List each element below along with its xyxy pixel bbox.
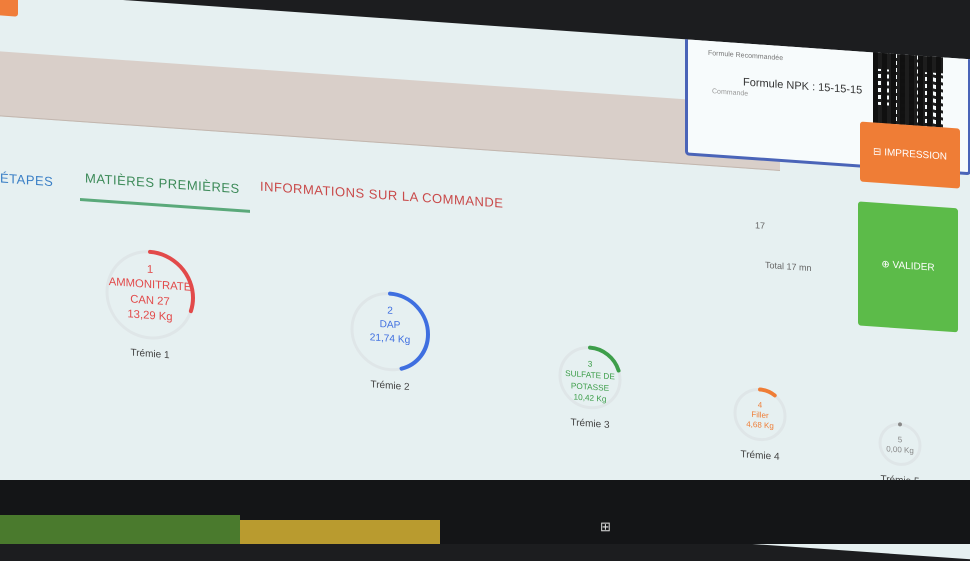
desk-surface xyxy=(0,515,240,544)
card-secondary-caption: Commande xyxy=(712,88,749,98)
tremie-item: 1 AMMONITRATE CAN 27 13,29 Kg Trémie 1 xyxy=(100,243,200,363)
card-caption: Formule Recommandée xyxy=(708,49,784,63)
active-tab-indicator xyxy=(80,197,250,213)
tremie-label: Trémie 1 xyxy=(130,347,170,362)
tremie-gauge: 3 SULFATE DE POTASSE 10,42 Kg xyxy=(555,340,625,415)
validate-button-label: VALIDER xyxy=(892,259,935,274)
tremie-label: Trémie 3 xyxy=(570,417,610,432)
tab-informations-commande[interactable]: INFORMATIONS SUR LA COMMANDE xyxy=(260,179,503,211)
print-button-label: IMPRESSION xyxy=(884,147,947,163)
application-screen: 17 Total 17 mn ÉTAPES MATIÈRES PREMIÈRES… xyxy=(0,0,970,561)
tab-etapes[interactable]: ÉTAPES xyxy=(0,170,53,189)
tremie-item: 4 Filler 4,68 Kg Trémie 4 xyxy=(710,381,810,465)
validate-button[interactable]: ⊕ VALIDER xyxy=(858,201,958,333)
check-icon: ⊕ xyxy=(881,259,893,271)
desk-surface-yellow xyxy=(240,520,440,544)
tremie-item: 50,00 KgTrémie 5 xyxy=(850,416,950,490)
tremie-label: Trémie 4 xyxy=(740,449,780,463)
qr-code-icon xyxy=(873,50,943,128)
print-button[interactable]: ⊟ IMPRESSION xyxy=(860,121,960,189)
tab-matieres-premieres[interactable]: MATIÈRES PREMIÈRES xyxy=(85,170,240,196)
orange-indicator[interactable] xyxy=(0,0,18,17)
tremie-item: 2 DAP 21,74 Kg Trémie 2 xyxy=(340,285,440,395)
tremie-gauge: 4 Filler 4,68 Kg xyxy=(730,382,790,446)
tremie-item: 3 SULFATE DE POTASSE 10,42 Kg Trémie 3 xyxy=(540,339,640,433)
progress-total-label: Total 17 mn xyxy=(765,259,812,274)
tremie-label: Trémie 2 xyxy=(370,379,410,394)
tremie-gauge: 5 0,00 Kg xyxy=(875,418,925,471)
formula-title: Formule NPK : 15-15-15 xyxy=(743,76,863,97)
tremie-gauge: 1 AMMONITRATE CAN 27 13,29 Kg xyxy=(102,244,198,347)
tremie-gauge: 2 DAP 21,74 Kg xyxy=(347,286,433,378)
print-icon: ⊟ xyxy=(873,146,885,159)
windows-start-icon[interactable]: ⊞ xyxy=(600,520,614,534)
